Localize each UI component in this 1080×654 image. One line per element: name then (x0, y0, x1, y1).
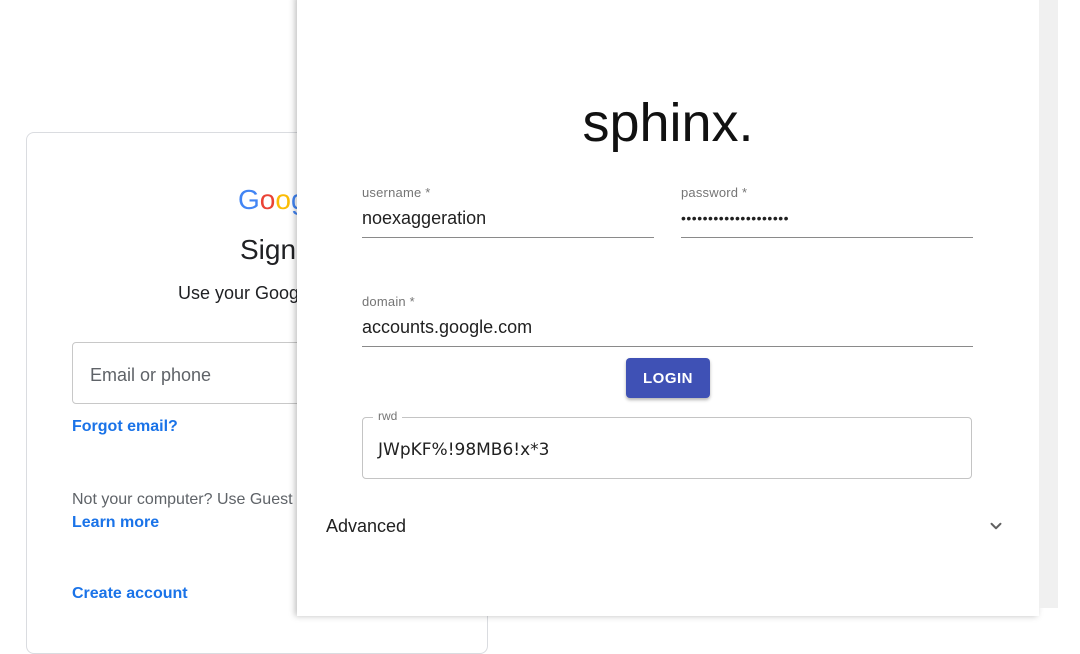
username-value[interactable]: noexaggeration (362, 208, 654, 229)
domain-label: domain * (362, 294, 415, 309)
learn-more-link[interactable]: Learn more (72, 514, 159, 532)
advanced-section-label[interactable]: Advanced (326, 516, 406, 537)
username-field[interactable]: username * noexaggeration (362, 185, 654, 238)
rwd-label: rwd (373, 409, 403, 423)
domain-field[interactable]: domain * accounts.google.com (362, 294, 973, 347)
username-label: username * (362, 185, 431, 200)
rwd-output-field[interactable]: rwd JWpKF%!98MB6!x*3 (362, 409, 972, 479)
domain-value[interactable]: accounts.google.com (362, 317, 973, 338)
domain-underline (362, 346, 973, 347)
sphinx-brand-title: sphinx. (582, 93, 754, 153)
scrollbar-track[interactable] (1039, 0, 1058, 608)
rwd-value[interactable]: JWpKF%!98MB6!x*3 (378, 440, 549, 460)
forgot-email-link[interactable]: Forgot email? (72, 418, 178, 436)
chevron-down-icon[interactable] (987, 517, 1005, 535)
window-edge (1058, 0, 1080, 608)
password-underline (681, 237, 973, 238)
email-placeholder: Email or phone (90, 365, 212, 385)
password-field[interactable]: password * •••••••••••••••••••• (681, 185, 973, 238)
password-label: password * (681, 185, 748, 200)
username-underline (362, 237, 654, 238)
create-account-link[interactable]: Create account (72, 585, 188, 603)
password-value[interactable]: •••••••••••••••••••• (681, 210, 973, 226)
sphinx-panel: sphinx. username * noexaggeration passwo… (297, 0, 1039, 616)
login-button[interactable]: LOGIN (626, 358, 710, 398)
